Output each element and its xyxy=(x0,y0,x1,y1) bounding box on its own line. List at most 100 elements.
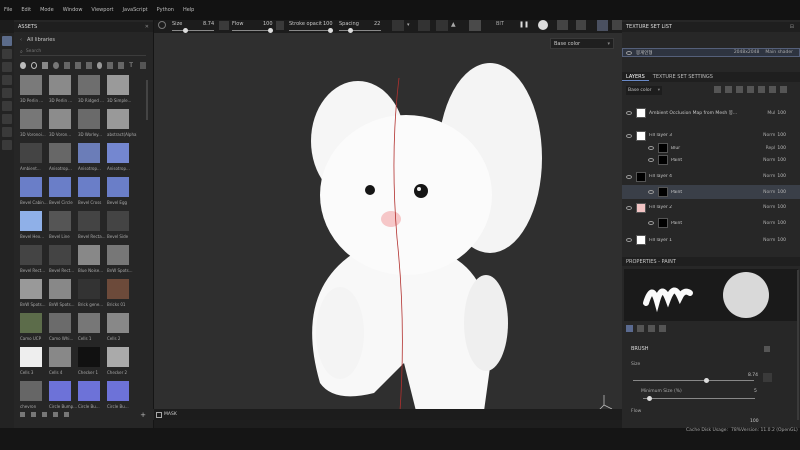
layer-effect-row[interactable]: Paint Norm 100 xyxy=(622,153,800,167)
asset-tile[interactable] xyxy=(20,313,42,333)
smudge-tool-icon[interactable] xyxy=(2,88,12,98)
layer-opacity[interactable]: 100 xyxy=(777,221,786,226)
layers-channel-select[interactable]: Base color ▾ xyxy=(626,86,662,95)
visibility-eye-icon[interactable] xyxy=(626,133,632,138)
tab-layers[interactable]: LAYERS xyxy=(622,74,649,81)
menu-window[interactable]: Window xyxy=(63,7,83,13)
list-view-icon[interactable] xyxy=(42,412,47,417)
visibility-eye-icon[interactable] xyxy=(626,111,632,115)
filter-stamp-icon[interactable] xyxy=(118,61,125,69)
library-breadcrumb[interactable]: ‹ All libraries xyxy=(20,37,55,43)
layer-blend-mode[interactable]: Norm xyxy=(763,133,775,138)
asset-tile[interactable] xyxy=(20,279,42,299)
brush-options-icon[interactable] xyxy=(764,346,770,352)
stencil-tab-icon[interactable] xyxy=(648,325,655,332)
add-folder-icon[interactable] xyxy=(758,86,765,93)
filter-brush-icon[interactable] xyxy=(52,61,59,69)
pause-icon[interactable]: ❚❚ xyxy=(519,21,529,28)
filter-grid-icon[interactable] xyxy=(140,61,146,69)
layer-row[interactable]: Fill layer 2 Norm 100 xyxy=(622,200,800,215)
asset-tile[interactable] xyxy=(78,245,100,265)
visibility-eye-icon[interactable] xyxy=(648,158,654,162)
grid-view-icon[interactable] xyxy=(576,20,586,30)
asset-tile[interactable] xyxy=(78,211,100,231)
asset-tile[interactable] xyxy=(107,211,129,231)
asset-tile[interactable] xyxy=(107,109,129,129)
asset-tile[interactable] xyxy=(20,109,42,129)
layer-opacity[interactable]: 100 xyxy=(777,205,786,210)
filter-material-icon[interactable] xyxy=(20,61,26,69)
visibility-eye-icon[interactable] xyxy=(626,205,632,210)
filter-environment-icon[interactable] xyxy=(96,61,103,69)
visibility-eye-icon[interactable] xyxy=(648,190,654,194)
chevron-left-icon[interactable]: ‹ xyxy=(20,37,22,43)
toolbar-stroke-slider[interactable] xyxy=(289,30,331,31)
geometry-mask-tool-icon[interactable] xyxy=(2,75,12,85)
eraser-tool-icon[interactable] xyxy=(2,49,12,59)
asset-tile[interactable] xyxy=(20,177,42,197)
search-input[interactable]: Search xyxy=(26,49,41,54)
asset-tile[interactable] xyxy=(107,177,129,197)
add-fill-layer-icon[interactable] xyxy=(747,86,754,93)
properties-size-slider[interactable] xyxy=(633,380,754,381)
delete-icon[interactable] xyxy=(64,412,69,417)
menu-javascript[interactable]: JavaScript xyxy=(123,7,148,13)
layer-row[interactable]: Ambient Occlusion Map from Mesh 몽... Mul 1… xyxy=(622,102,800,124)
filter-texture-icon[interactable] xyxy=(63,61,70,69)
layer-blend-mode[interactable]: Norm xyxy=(763,190,775,195)
layer-opacity[interactable]: 100 xyxy=(777,190,786,195)
asset-tile[interactable] xyxy=(107,75,129,95)
menu-help[interactable]: Help xyxy=(183,7,194,13)
add-mask-icon[interactable] xyxy=(725,86,732,93)
asset-tile[interactable] xyxy=(49,143,71,163)
asset-tile[interactable] xyxy=(49,313,71,333)
refresh-icon[interactable] xyxy=(53,412,58,417)
asset-tile[interactable] xyxy=(107,313,129,333)
visibility-eye-icon[interactable] xyxy=(626,50,632,55)
3d-viewport[interactable]: Base color ▾ xyxy=(154,33,622,420)
asset-tile[interactable] xyxy=(78,279,100,299)
asset-tile[interactable] xyxy=(49,75,71,95)
toolbar-flow-slider[interactable] xyxy=(232,30,272,31)
clone-tool-icon[interactable] xyxy=(2,101,12,111)
menu-edit[interactable]: Edit xyxy=(21,7,31,13)
paint-brush-icon[interactable] xyxy=(597,20,608,31)
close-icon[interactable]: ✕ xyxy=(145,24,149,30)
asset-tile[interactable] xyxy=(49,347,71,367)
assets-scrollbar[interactable] xyxy=(146,80,148,120)
asset-tile[interactable] xyxy=(78,109,100,129)
mountain-icon[interactable] xyxy=(469,20,481,31)
layer-blend-mode[interactable]: Repl xyxy=(766,146,776,151)
layer-opacity[interactable]: 100 xyxy=(777,111,786,116)
flow-pressure-icon[interactable] xyxy=(276,21,284,30)
alpha-tab-icon[interactable] xyxy=(659,325,666,332)
layer-row[interactable]: Fill layer 1 Norm 100 xyxy=(622,231,800,249)
filter-filter-icon[interactable] xyxy=(85,61,92,69)
add-effect-icon[interactable] xyxy=(714,86,721,93)
menu-viewport[interactable]: Viewport xyxy=(91,7,113,13)
paint-tool-icon[interactable] xyxy=(2,36,12,46)
brush-tab-icon[interactable] xyxy=(626,325,633,332)
layer-effect-row[interactable]: Paint Norm 100 xyxy=(622,185,800,199)
asset-tile[interactable] xyxy=(78,75,100,95)
layer-row[interactable]: Fill layer 4 Norm 100 xyxy=(622,169,800,184)
properties-size-knob[interactable] xyxy=(703,378,709,383)
layer-opacity[interactable]: 100 xyxy=(777,146,786,151)
import-icon[interactable] xyxy=(20,412,25,417)
layer-blend-mode[interactable]: Norm xyxy=(763,221,775,226)
asset-tile[interactable] xyxy=(20,381,42,401)
toolbar-size-slider[interactable] xyxy=(172,30,214,31)
menu-python[interactable]: Python xyxy=(157,7,174,13)
properties-scrollbar[interactable] xyxy=(797,270,799,420)
layer-blend-mode[interactable]: Norm xyxy=(763,205,775,210)
mask-toggle-icon[interactable] xyxy=(156,412,162,418)
symmetry-icon[interactable] xyxy=(392,20,404,31)
visibility-eye-icon[interactable] xyxy=(626,238,632,242)
asset-tile[interactable] xyxy=(78,177,100,197)
pen-pressure-icon[interactable] xyxy=(219,21,229,30)
size-pressure-icon[interactable] xyxy=(763,373,772,382)
asset-tile[interactable] xyxy=(78,381,100,401)
asset-tile[interactable] xyxy=(107,143,129,163)
photoshop-brush-icon[interactable] xyxy=(436,20,448,31)
color-picker-icon[interactable] xyxy=(2,127,12,137)
